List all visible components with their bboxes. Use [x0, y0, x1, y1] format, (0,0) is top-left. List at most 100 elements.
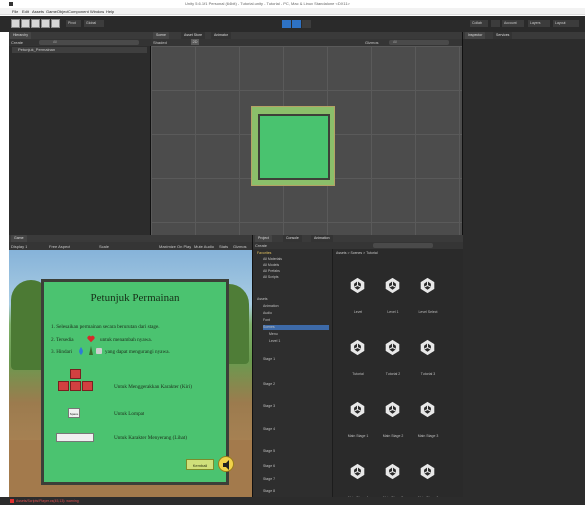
- unity-scene-icon: [384, 339, 401, 356]
- play-button[interactable]: [282, 20, 291, 28]
- project-search-input[interactable]: [373, 243, 433, 248]
- hierarchy-header: Create All: [9, 39, 151, 46]
- account-dropdown[interactable]: Account: [502, 20, 524, 27]
- arrow-left-key: [58, 381, 69, 391]
- shading-mode-dropdown[interactable]: Shaded: [153, 40, 167, 45]
- scene-asset[interactable]: Main Stage 1: [343, 401, 373, 443]
- tree-item[interactable]: Menu: [269, 332, 278, 337]
- tree-item[interactable]: Stage 3: [263, 404, 275, 409]
- tab-scene[interactable]: Scene: [153, 32, 169, 39]
- scene-asset[interactable]: Main Stage 2: [378, 401, 408, 443]
- scene-panel-preview[interactable]: [251, 106, 335, 186]
- tab-animator[interactable]: Animator: [211, 32, 232, 39]
- favorites-header[interactable]: Favorites: [257, 251, 271, 256]
- tree-item[interactable]: Stage 1: [263, 357, 275, 362]
- mode-2d-toggle[interactable]: 2D: [191, 39, 199, 45]
- tree-item[interactable]: Audio: [263, 311, 272, 316]
- aspect-dropdown[interactable]: Free Aspect: [49, 244, 70, 249]
- tree-item-selected[interactable]: Scenes: [263, 325, 329, 330]
- inspector-tabbar: Inspector Services: [463, 32, 585, 39]
- scene-asset[interactable]: Main Stage 3: [413, 401, 443, 443]
- unity-scene-icon: [384, 277, 401, 294]
- assets-root[interactable]: Assets: [257, 297, 268, 302]
- asset-grid: Assets > Scenes > Tutorial Level Level 1 L…: [333, 249, 463, 500]
- scene-gizmos-dropdown[interactable]: Gizmos: [365, 40, 379, 45]
- panel-title: Petunjuk Permainan: [90, 292, 180, 304]
- step-button[interactable]: [302, 20, 311, 28]
- menu-gameobject[interactable]: GameObject: [46, 9, 68, 14]
- arrow-down-key: [70, 381, 81, 391]
- tree-item[interactable]: Animation: [263, 304, 279, 309]
- scale-slider[interactable]: Scale: [99, 244, 109, 249]
- scene-asset[interactable]: Level Select: [413, 277, 443, 319]
- fav-item[interactable]: All Models: [263, 263, 279, 268]
- menu-window[interactable]: Window: [90, 9, 104, 14]
- scene-asset[interactable]: Tutorial 3: [413, 339, 443, 381]
- hierarchy-create-button[interactable]: Create: [11, 40, 23, 45]
- unity-scene-icon: [349, 339, 366, 356]
- tree-item[interactable]: Stage 6: [263, 464, 275, 469]
- menu-edit[interactable]: Edit: [22, 9, 29, 14]
- space-key: Space: [68, 408, 80, 418]
- tab-console[interactable]: Console: [283, 235, 302, 242]
- tree-item[interactable]: Stage 7: [263, 477, 275, 482]
- tree-item[interactable]: Stage 2: [263, 382, 275, 387]
- menu-component[interactable]: Component: [68, 9, 89, 14]
- layers-dropdown[interactable]: Layers: [528, 20, 550, 27]
- menu-file[interactable]: File: [12, 9, 18, 14]
- tree-item[interactable]: Stage 5: [263, 449, 275, 454]
- tab-hierarchy[interactable]: Hierarchy: [10, 32, 31, 39]
- move-tool-icon[interactable]: [21, 19, 30, 28]
- scene-asset-label: Main Stage 2: [382, 434, 404, 438]
- asset-breadcrumb[interactable]: Assets > Scenes > Tutorial: [336, 251, 378, 255]
- water-drop-icon: [78, 347, 84, 355]
- project-tree: Favorites All Materials All Models All P…: [253, 249, 333, 497]
- stats-toggle[interactable]: Stats: [219, 244, 228, 249]
- cloud-icon[interactable]: [491, 20, 500, 27]
- tab-game[interactable]: Game: [11, 235, 27, 242]
- status-message[interactable]: Assets/Scripts/Player.cs(45,13): warning: [16, 499, 79, 503]
- fav-item[interactable]: All Scripts: [263, 275, 279, 280]
- sound-toggle-icon[interactable]: [218, 456, 234, 472]
- scene-asset[interactable]: Tutorial: [343, 339, 373, 381]
- scale-tool-icon[interactable]: [41, 19, 50, 28]
- tab-project[interactable]: Project: [255, 235, 272, 242]
- fav-item[interactable]: All Prefabs: [263, 269, 280, 274]
- tab-asset-store[interactable]: Asset Store: [181, 32, 206, 39]
- scene-asset[interactable]: Level: [343, 277, 373, 319]
- layout-dropdown[interactable]: Layout: [553, 20, 579, 27]
- tree-item[interactable]: Font: [263, 318, 270, 323]
- scene-view[interactable]: Scene Asset Store Animator Shaded 2D Giz…: [151, 32, 462, 235]
- scene-asset[interactable]: Tutorial 2: [378, 339, 408, 381]
- scene-asset[interactable]: Level 1: [378, 277, 408, 319]
- mute-audio-toggle[interactable]: Mute Audio: [194, 244, 214, 249]
- tab-animation[interactable]: Animation: [311, 235, 333, 242]
- tree-item[interactable]: Stage 4: [263, 427, 275, 432]
- tab-services[interactable]: Services: [493, 32, 513, 39]
- back-button[interactable]: Kembali: [186, 459, 214, 470]
- scene-search-input[interactable]: All: [389, 40, 449, 45]
- rotate-tool-icon[interactable]: [31, 19, 40, 28]
- menu-help[interactable]: Help: [106, 9, 114, 14]
- instruction-panel: Petunjuk Permainan 1. Selesaikan permain…: [41, 279, 234, 485]
- hand-tool-icon[interactable]: [11, 19, 20, 28]
- hierarchy-scene-item[interactable]: Petunjuk_Permainan: [12, 47, 147, 53]
- rect-tool-icon[interactable]: [51, 19, 60, 28]
- global-button[interactable]: Global: [84, 20, 104, 27]
- pause-button[interactable]: [292, 20, 301, 28]
- game-gizmos-dropdown[interactable]: Gizmos: [233, 244, 247, 249]
- tab-inspector[interactable]: Inspector: [465, 32, 486, 39]
- scene-asset-label: Tutorial: [352, 372, 364, 376]
- panel-line-3-suffix: yang dapat mengurangi nyawa.: [105, 349, 170, 355]
- maximize-on-play-toggle[interactable]: Maximize On Play: [159, 244, 191, 249]
- project-create-button[interactable]: Create: [255, 243, 267, 248]
- hierarchy-tabbar: Hierarchy: [9, 32, 151, 39]
- pivot-button[interactable]: Pivot: [66, 20, 81, 27]
- tree-item[interactable]: Level 1: [269, 339, 280, 344]
- menu-assets[interactable]: Assets: [32, 9, 44, 14]
- tree-item[interactable]: Stage 8: [263, 489, 275, 494]
- fav-item[interactable]: All Materials: [263, 257, 282, 262]
- collab-button[interactable]: Collab: [470, 20, 488, 27]
- display-dropdown[interactable]: Display 1: [11, 244, 27, 249]
- hierarchy-search-input[interactable]: All: [39, 40, 139, 45]
